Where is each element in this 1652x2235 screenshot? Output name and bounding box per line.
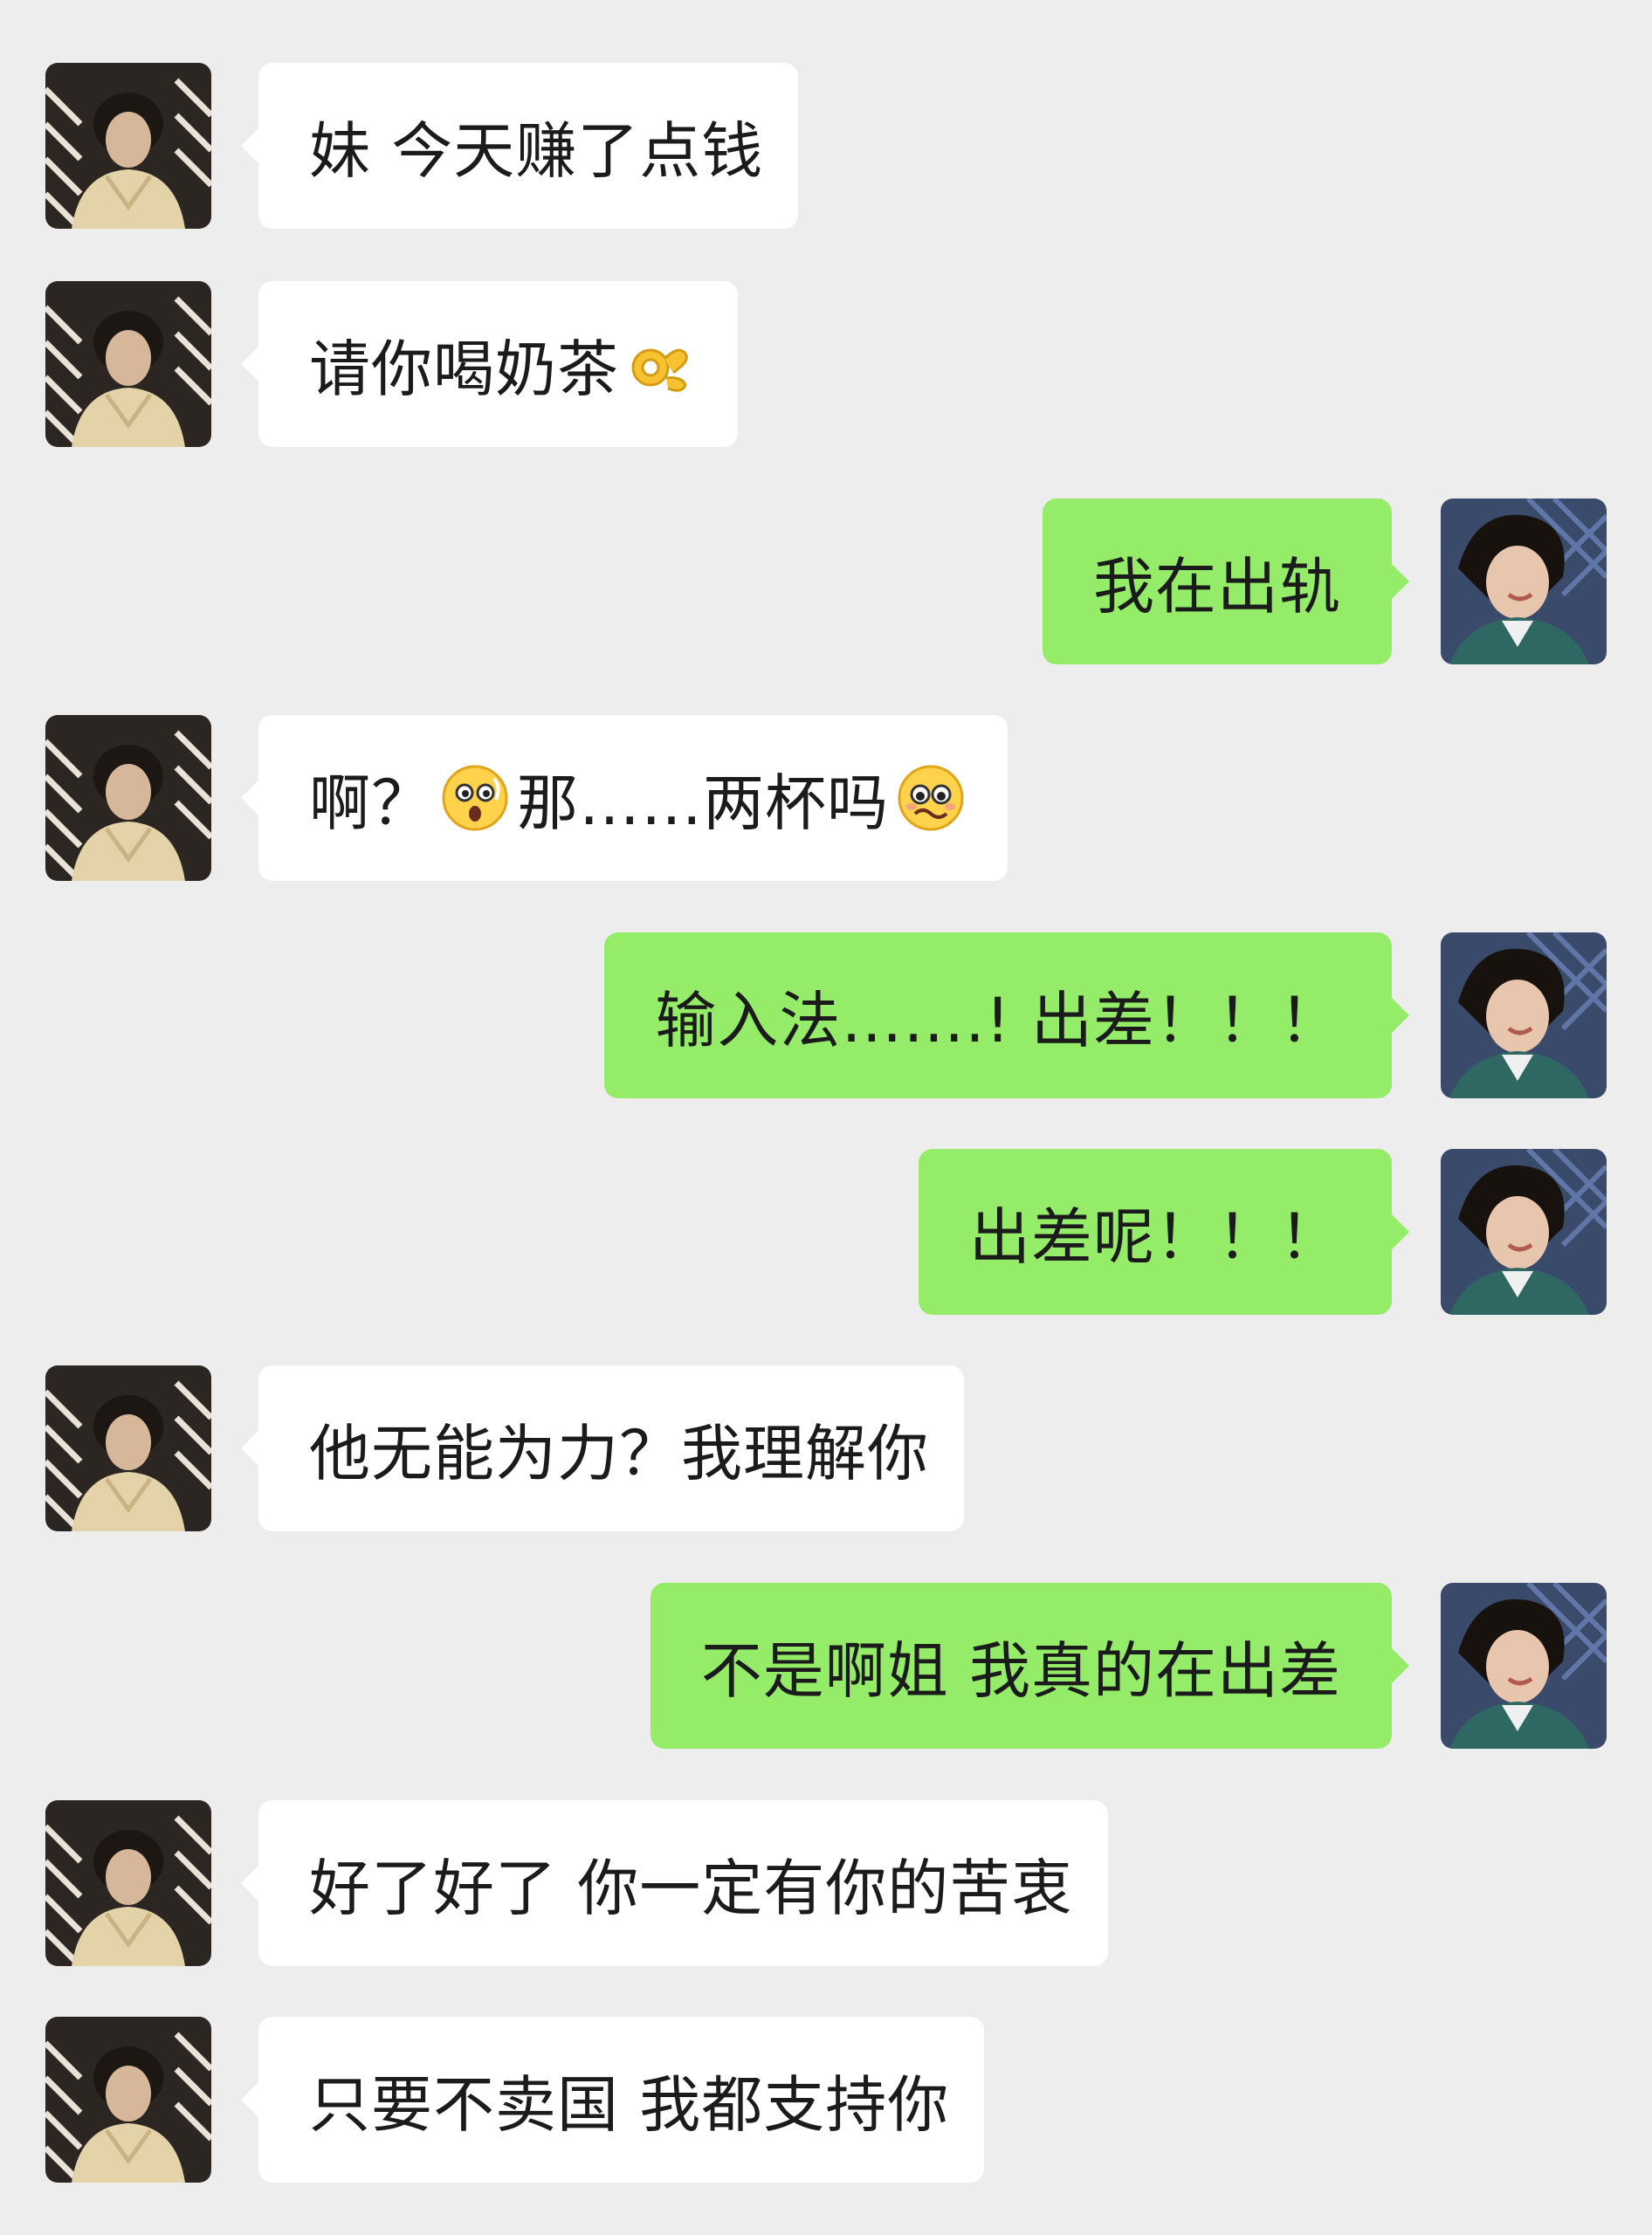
pleading-face-emoji-icon <box>894 761 967 835</box>
message-row: 输入法…….! 出差！！！ <box>0 932 1652 1098</box>
self-avatar[interactable] <box>1441 1583 1607 1749</box>
incoming-message-bubble[interactable]: 妹 今天赚了点钱 <box>240 63 799 229</box>
incoming-message-bubble[interactable]: 请你喝奶茶 <box>241 281 738 447</box>
chat-window: 妹 今天赚了点钱 请你喝奶茶 我在出轨 啊？ 那……两杯吗 输入法…….! 出差… <box>0 0 1652 2235</box>
self-avatar[interactable] <box>1441 1149 1607 1315</box>
message-text: 只要不卖国 我都支持你 <box>309 2068 950 2141</box>
message-row: 只要不卖国 我都支持你 <box>0 2017 1652 2183</box>
outgoing-message-bubble[interactable]: 不是啊姐 我真的在出差 <box>650 1583 1410 1749</box>
incoming-message-bubble[interactable]: 只要不卖国 我都支持你 <box>240 2017 985 2183</box>
message-text: 好了好了 你一定有你的苦衷 <box>309 1852 1074 1924</box>
self-avatar[interactable] <box>1441 499 1607 664</box>
surprised-emoji-icon <box>438 761 512 835</box>
self-avatar[interactable] <box>1441 932 1607 1098</box>
message-text: 出差呢！！！ <box>969 1200 1341 1273</box>
message-row: 我在出轨 <box>0 499 1652 664</box>
message-text: 他无能为力？我理解你 <box>309 1417 929 1489</box>
outgoing-message-bubble[interactable]: 出差呢！！！ <box>919 1149 1409 1315</box>
outgoing-message-bubble[interactable]: 输入法…….! 出差！！！ <box>604 932 1409 1098</box>
message-text: 不是啊姐 我真的在出差 <box>700 1634 1341 1707</box>
ok-hand-emoji-icon <box>624 327 698 401</box>
contact-avatar[interactable] <box>45 1365 211 1531</box>
contact-avatar[interactable] <box>45 1800 211 1966</box>
outgoing-message-bubble[interactable]: 我在出轨 <box>1043 499 1409 664</box>
message-row: 妹 今天赚了点钱 <box>0 63 1652 229</box>
incoming-message-bubble[interactable]: 他无能为力？我理解你 <box>241 1365 964 1531</box>
message-text: 那……两杯吗 <box>517 767 889 839</box>
message-row: 他无能为力？我理解你 <box>0 1365 1652 1531</box>
message-row: 出差呢！！！ <box>0 1149 1652 1315</box>
message-row: 好了好了 你一定有你的苦衷 <box>0 1800 1652 1966</box>
contact-avatar[interactable] <box>45 63 211 229</box>
message-text: 请你喝奶茶 <box>309 333 619 405</box>
incoming-message-bubble[interactable]: 啊？ 那……两杯吗 <box>241 715 1008 881</box>
message-text: 啊？ <box>309 767 433 839</box>
contact-avatar[interactable] <box>45 281 211 447</box>
contact-avatar[interactable] <box>45 715 211 881</box>
message-text: 输入法…….! 出差！！！ <box>655 984 1341 1056</box>
message-row: 啊？ 那……两杯吗 <box>0 715 1652 881</box>
incoming-message-bubble[interactable]: 好了好了 你一定有你的苦衷 <box>240 1800 1109 1966</box>
message-text: 我在出轨 <box>1093 550 1341 622</box>
message-text: 妹 今天赚了点钱 <box>309 114 764 187</box>
contact-avatar[interactable] <box>45 2017 211 2183</box>
message-row: 不是啊姐 我真的在出差 <box>0 1583 1652 1749</box>
message-row: 请你喝奶茶 <box>0 281 1652 447</box>
